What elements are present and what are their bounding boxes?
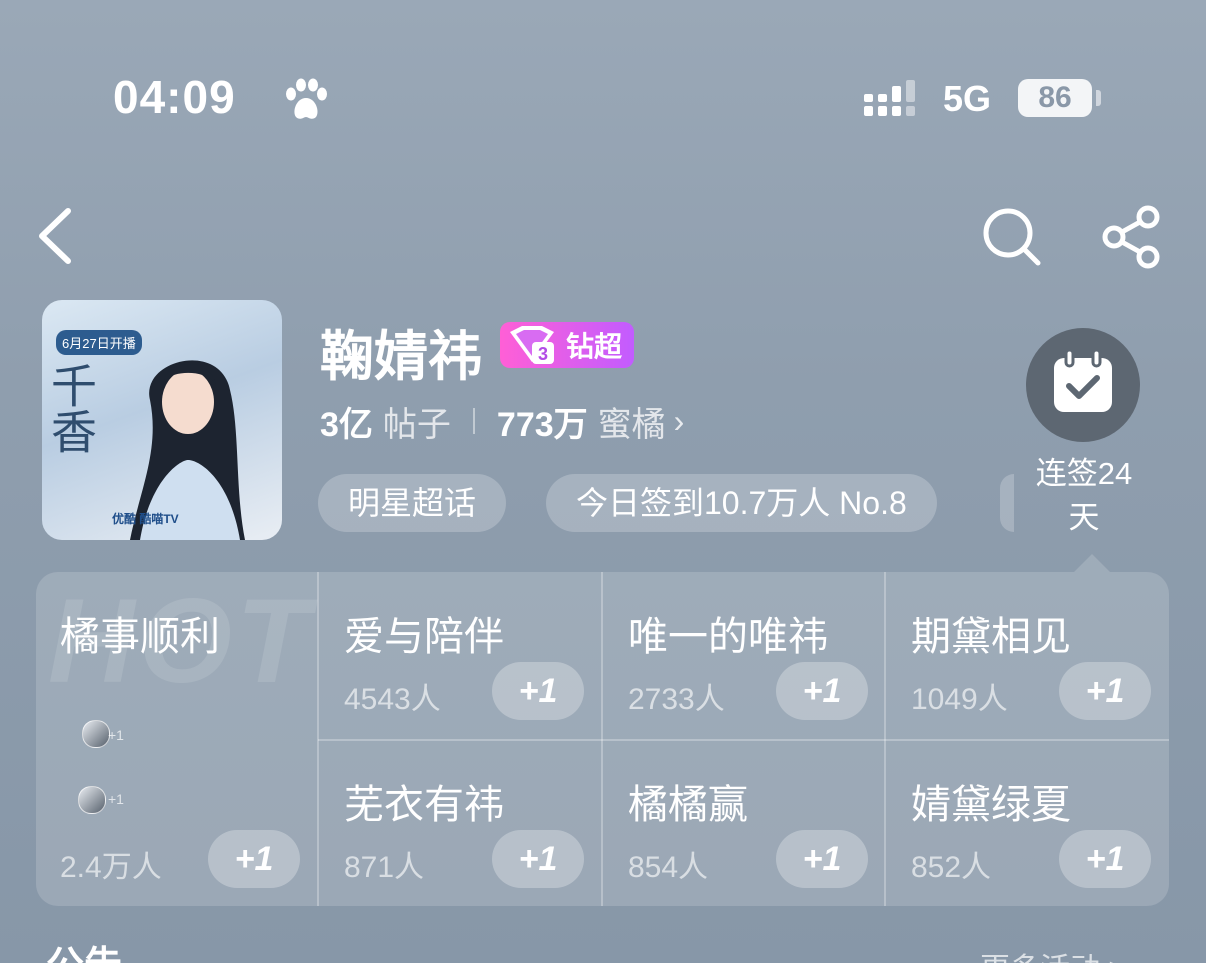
cell-count: 854人 — [628, 851, 709, 884]
tag-overflow[interactable] — [1000, 474, 1014, 532]
topic-stats[interactable]: 3亿 帖子 773万 蜜橘 › — [320, 396, 684, 446]
vip-badge[interactable]: 3 钻超 — [500, 322, 634, 368]
cell-title: 爱与陪伴 — [344, 615, 504, 659]
cell-title: 唯一的唯祎 — [628, 615, 828, 659]
checkin-button[interactable] — [1026, 328, 1140, 442]
topic-cover-image[interactable]: 6月27日开播 千香 优酷 酷喵TV — [42, 300, 282, 540]
app-screen: 04:09 5G 86 6月27日开播 千香 优酷 酷喵TV 鞠婧祎 3 钻超 … — [0, 0, 1206, 963]
svg-text:3: 3 — [538, 344, 548, 364]
support-panel: HOT 橘事顺利 +1 +1 2.4万人 +1 爱与陪伴 4543人 +1 唯一… — [36, 572, 1169, 906]
fans-label: 蜜橘 — [597, 405, 666, 444]
section-title-announcement: 公告 — [46, 934, 122, 963]
tag-checkin-today[interactable]: 今日签到10.7万人 No.8 — [546, 474, 937, 532]
plus-one-button[interactable]: +1 — [208, 830, 300, 888]
more-activities-link[interactable]: 更多活动 > — [980, 944, 1126, 963]
cell-count: 1049人 — [911, 683, 1008, 716]
posts-label: 帖子 — [382, 405, 451, 444]
featured-count: 2.4万人 — [60, 851, 162, 884]
tag-star-topic[interactable]: 明星超话 — [318, 474, 507, 532]
chevron-right-icon: › — [673, 402, 685, 439]
plus-one-button[interactable]: +1 — [1059, 830, 1151, 888]
panel-pointer — [1074, 554, 1110, 572]
featured-title: 橘事顺利 — [60, 615, 220, 659]
vip-label: 钻超 — [566, 331, 623, 362]
cell-title: 期黛相见 — [911, 615, 1071, 659]
mini-plus: +1 — [108, 791, 124, 807]
status-time: 04:09 — [113, 71, 236, 123]
fans-count: 773万 — [496, 405, 588, 444]
topic-title: 鞠婧祎 — [320, 327, 482, 387]
paw-icon — [286, 78, 327, 119]
battery-indicator: 86 — [1018, 79, 1092, 117]
avatar — [82, 720, 110, 748]
cell-title: 橘橘赢 — [628, 783, 748, 827]
cell-count: 2733人 — [628, 683, 725, 716]
plus-one-button[interactable]: +1 — [1059, 662, 1151, 720]
share-icon[interactable] — [1100, 205, 1164, 269]
plus-one-button[interactable]: +1 — [492, 662, 584, 720]
cover-logos: 优酷 酷喵TV — [112, 512, 179, 526]
signal-icon — [864, 80, 915, 116]
posts-count: 3亿 — [320, 405, 373, 444]
battery-tip — [1096, 90, 1101, 106]
network-type: 5G — [943, 78, 992, 119]
search-icon[interactable] — [980, 205, 1044, 269]
stats-divider — [472, 408, 475, 434]
avatar — [78, 786, 106, 814]
back-icon[interactable] — [34, 205, 78, 267]
plus-one-button[interactable]: +1 — [776, 830, 868, 888]
plus-one-button[interactable]: +1 — [776, 662, 868, 720]
plus-one-button[interactable]: +1 — [492, 830, 584, 888]
calendar-check-icon — [1054, 350, 1112, 412]
panel-divider — [318, 739, 1169, 741]
mini-plus: +1 — [108, 727, 124, 743]
checkin-streak-label: 连签24 天 — [1035, 456, 1133, 535]
cell-count: 4543人 — [344, 683, 441, 716]
cell-title: 芜衣有祎 — [344, 783, 504, 827]
cell-count: 852人 — [911, 851, 992, 884]
cell-count: 871人 — [344, 851, 425, 884]
cover-calligraphy: 千香 — [44, 362, 98, 454]
diamond-icon: 3 — [510, 326, 554, 364]
cell-title: 婧黛绿夏 — [911, 783, 1071, 827]
